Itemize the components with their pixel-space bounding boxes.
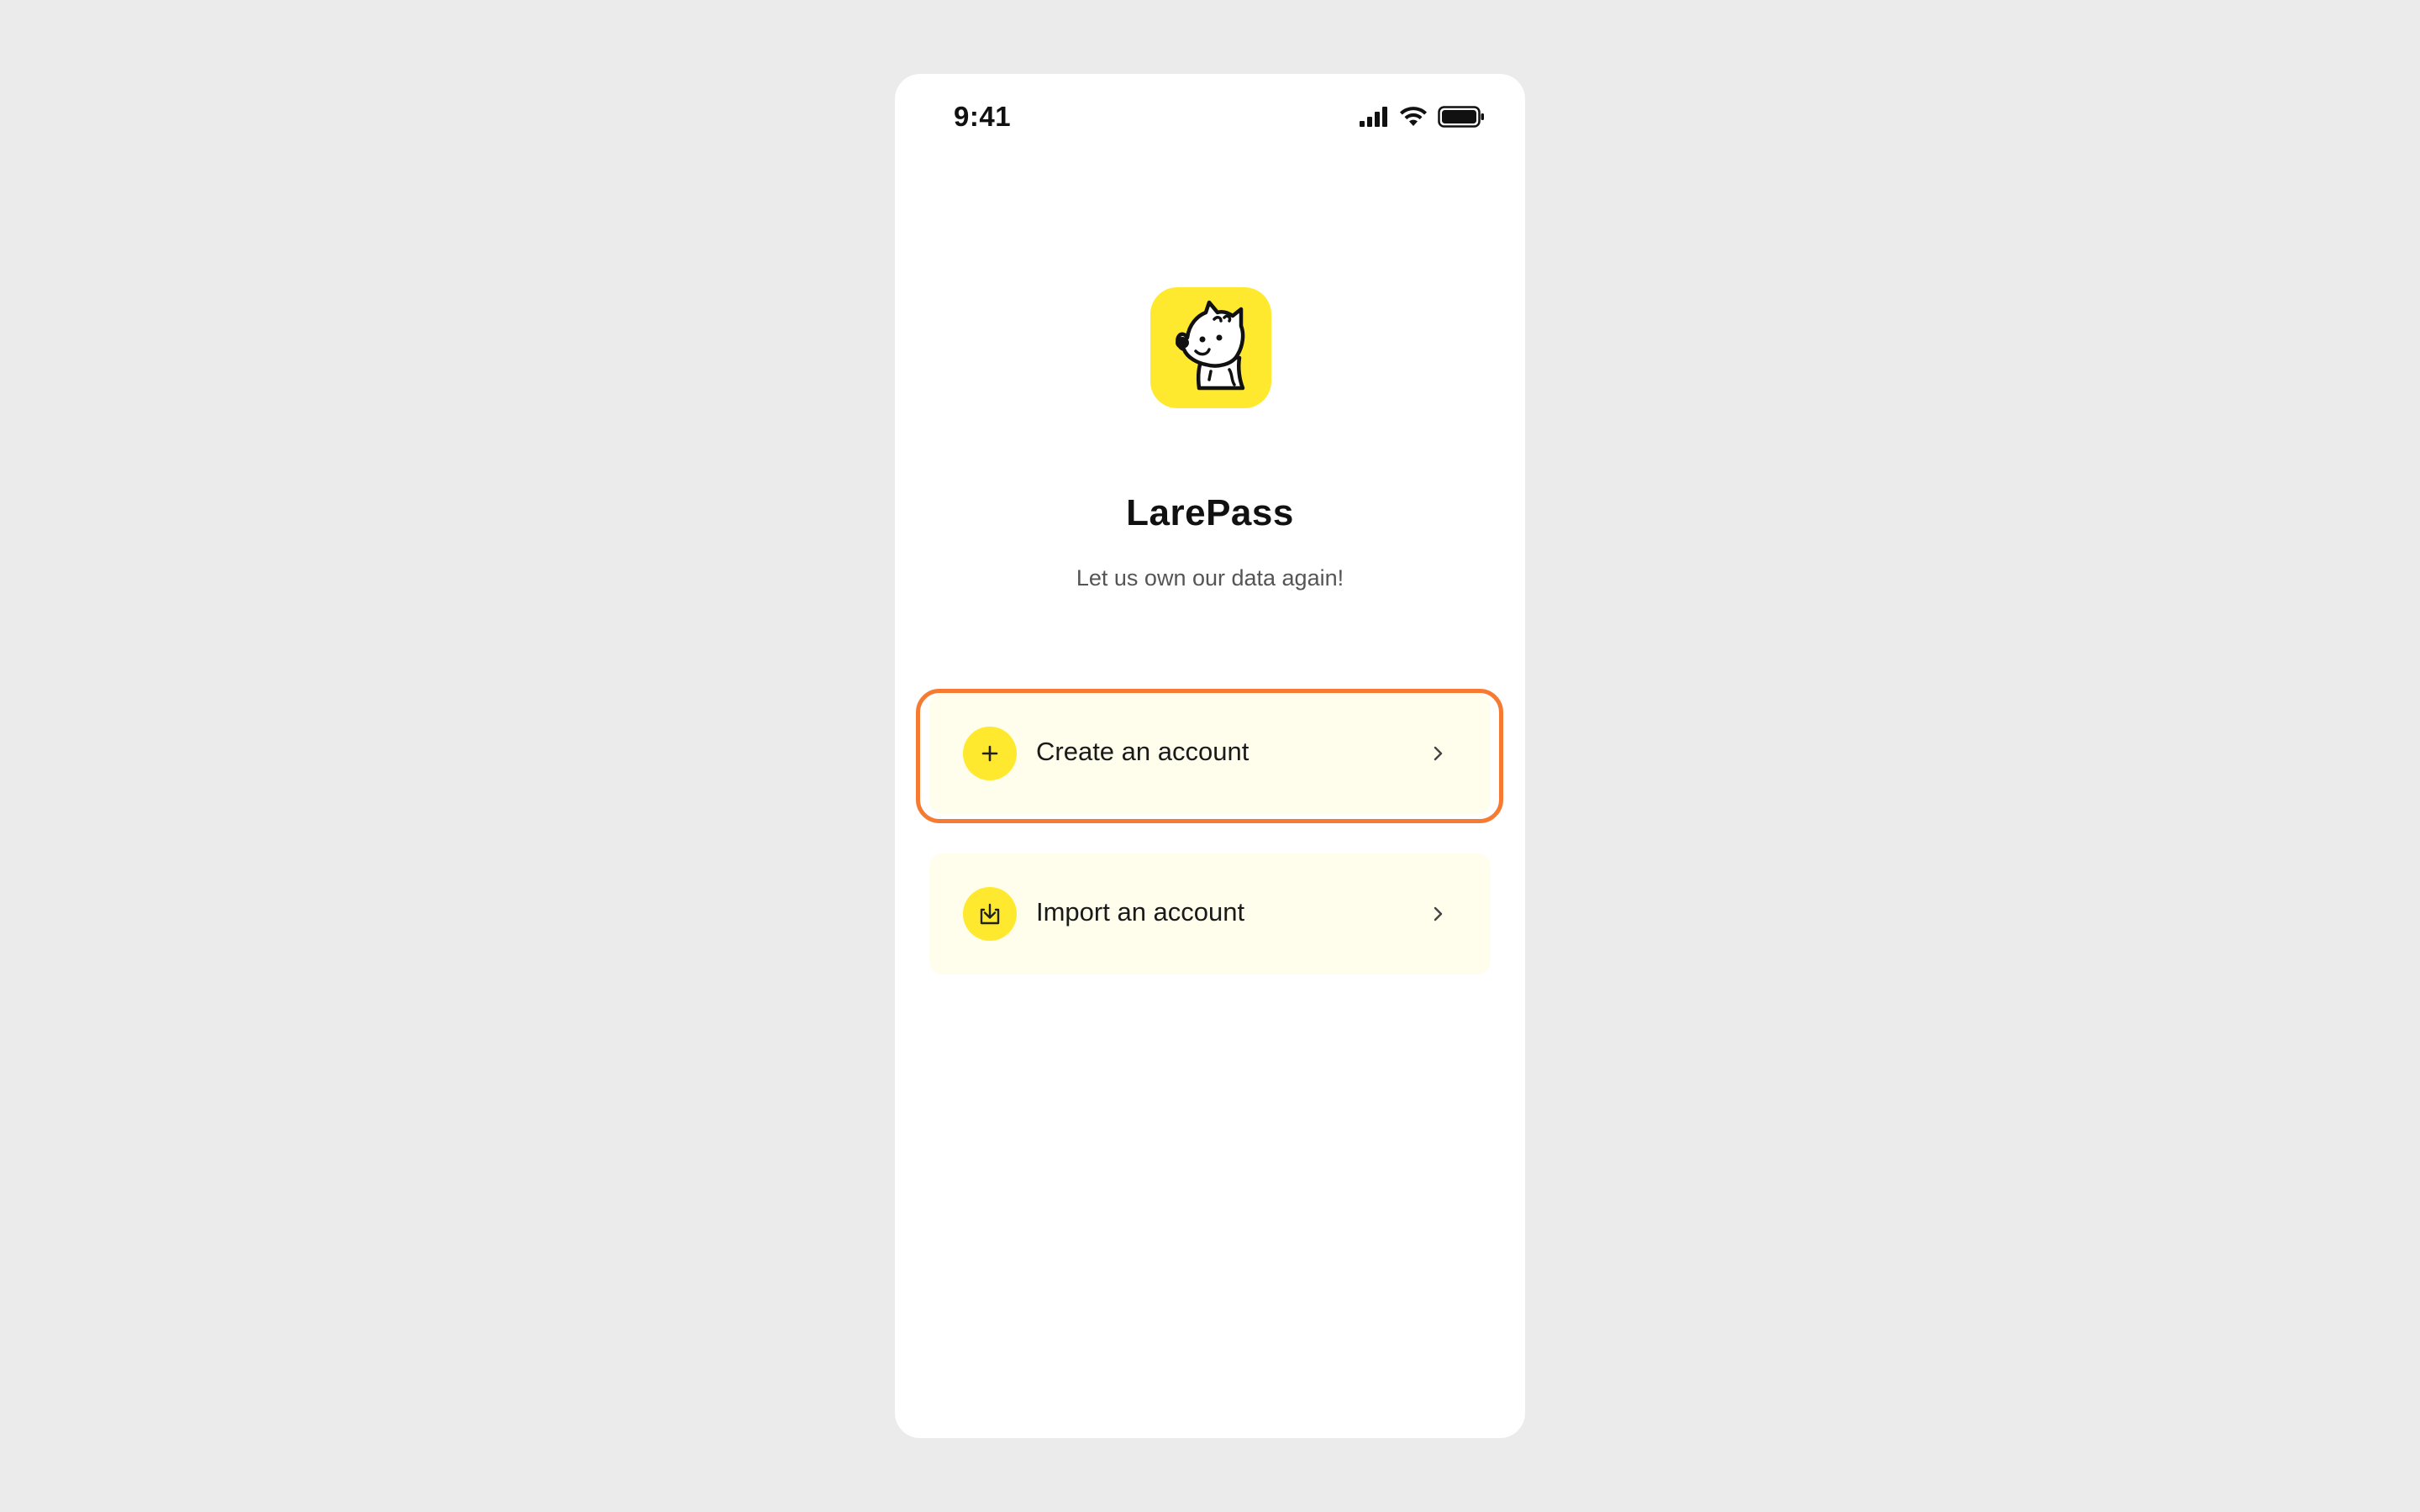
create-icon-circle (963, 727, 1017, 780)
status-icons (1359, 106, 1485, 128)
import-icon (980, 903, 1000, 925)
app-tagline: Let us own our data again! (1076, 565, 1344, 591)
chevron-right-icon (1434, 906, 1443, 921)
status-bar: 9:41 (895, 74, 1525, 158)
battery-icon (1438, 106, 1484, 128)
import-icon-circle (963, 887, 1017, 941)
import-chevron-container (1425, 900, 1452, 927)
screen-background: 9:41 LarePass Let us own our data again!… (0, 0, 2420, 1512)
create-account-button[interactable]: Create an account (929, 693, 1491, 814)
app-name: LarePass (1126, 492, 1294, 533)
cellular-signal-icon (1360, 107, 1387, 127)
app-logo (1150, 287, 1271, 408)
import-account-button[interactable]: Import an account (929, 853, 1491, 974)
import-account-label: Import an account (1036, 897, 1245, 927)
phone-screen: 9:41 LarePass Let us own our data again!… (895, 74, 1525, 1438)
create-chevron-container (1425, 740, 1452, 767)
status-time: 9:41 (954, 101, 1012, 132)
larepass-dog-logo-icon (1176, 300, 1245, 391)
create-account-label: Create an account (1036, 737, 1249, 766)
wifi-icon (1400, 106, 1427, 126)
chevron-right-icon (1434, 746, 1443, 761)
plus-icon (981, 745, 998, 762)
